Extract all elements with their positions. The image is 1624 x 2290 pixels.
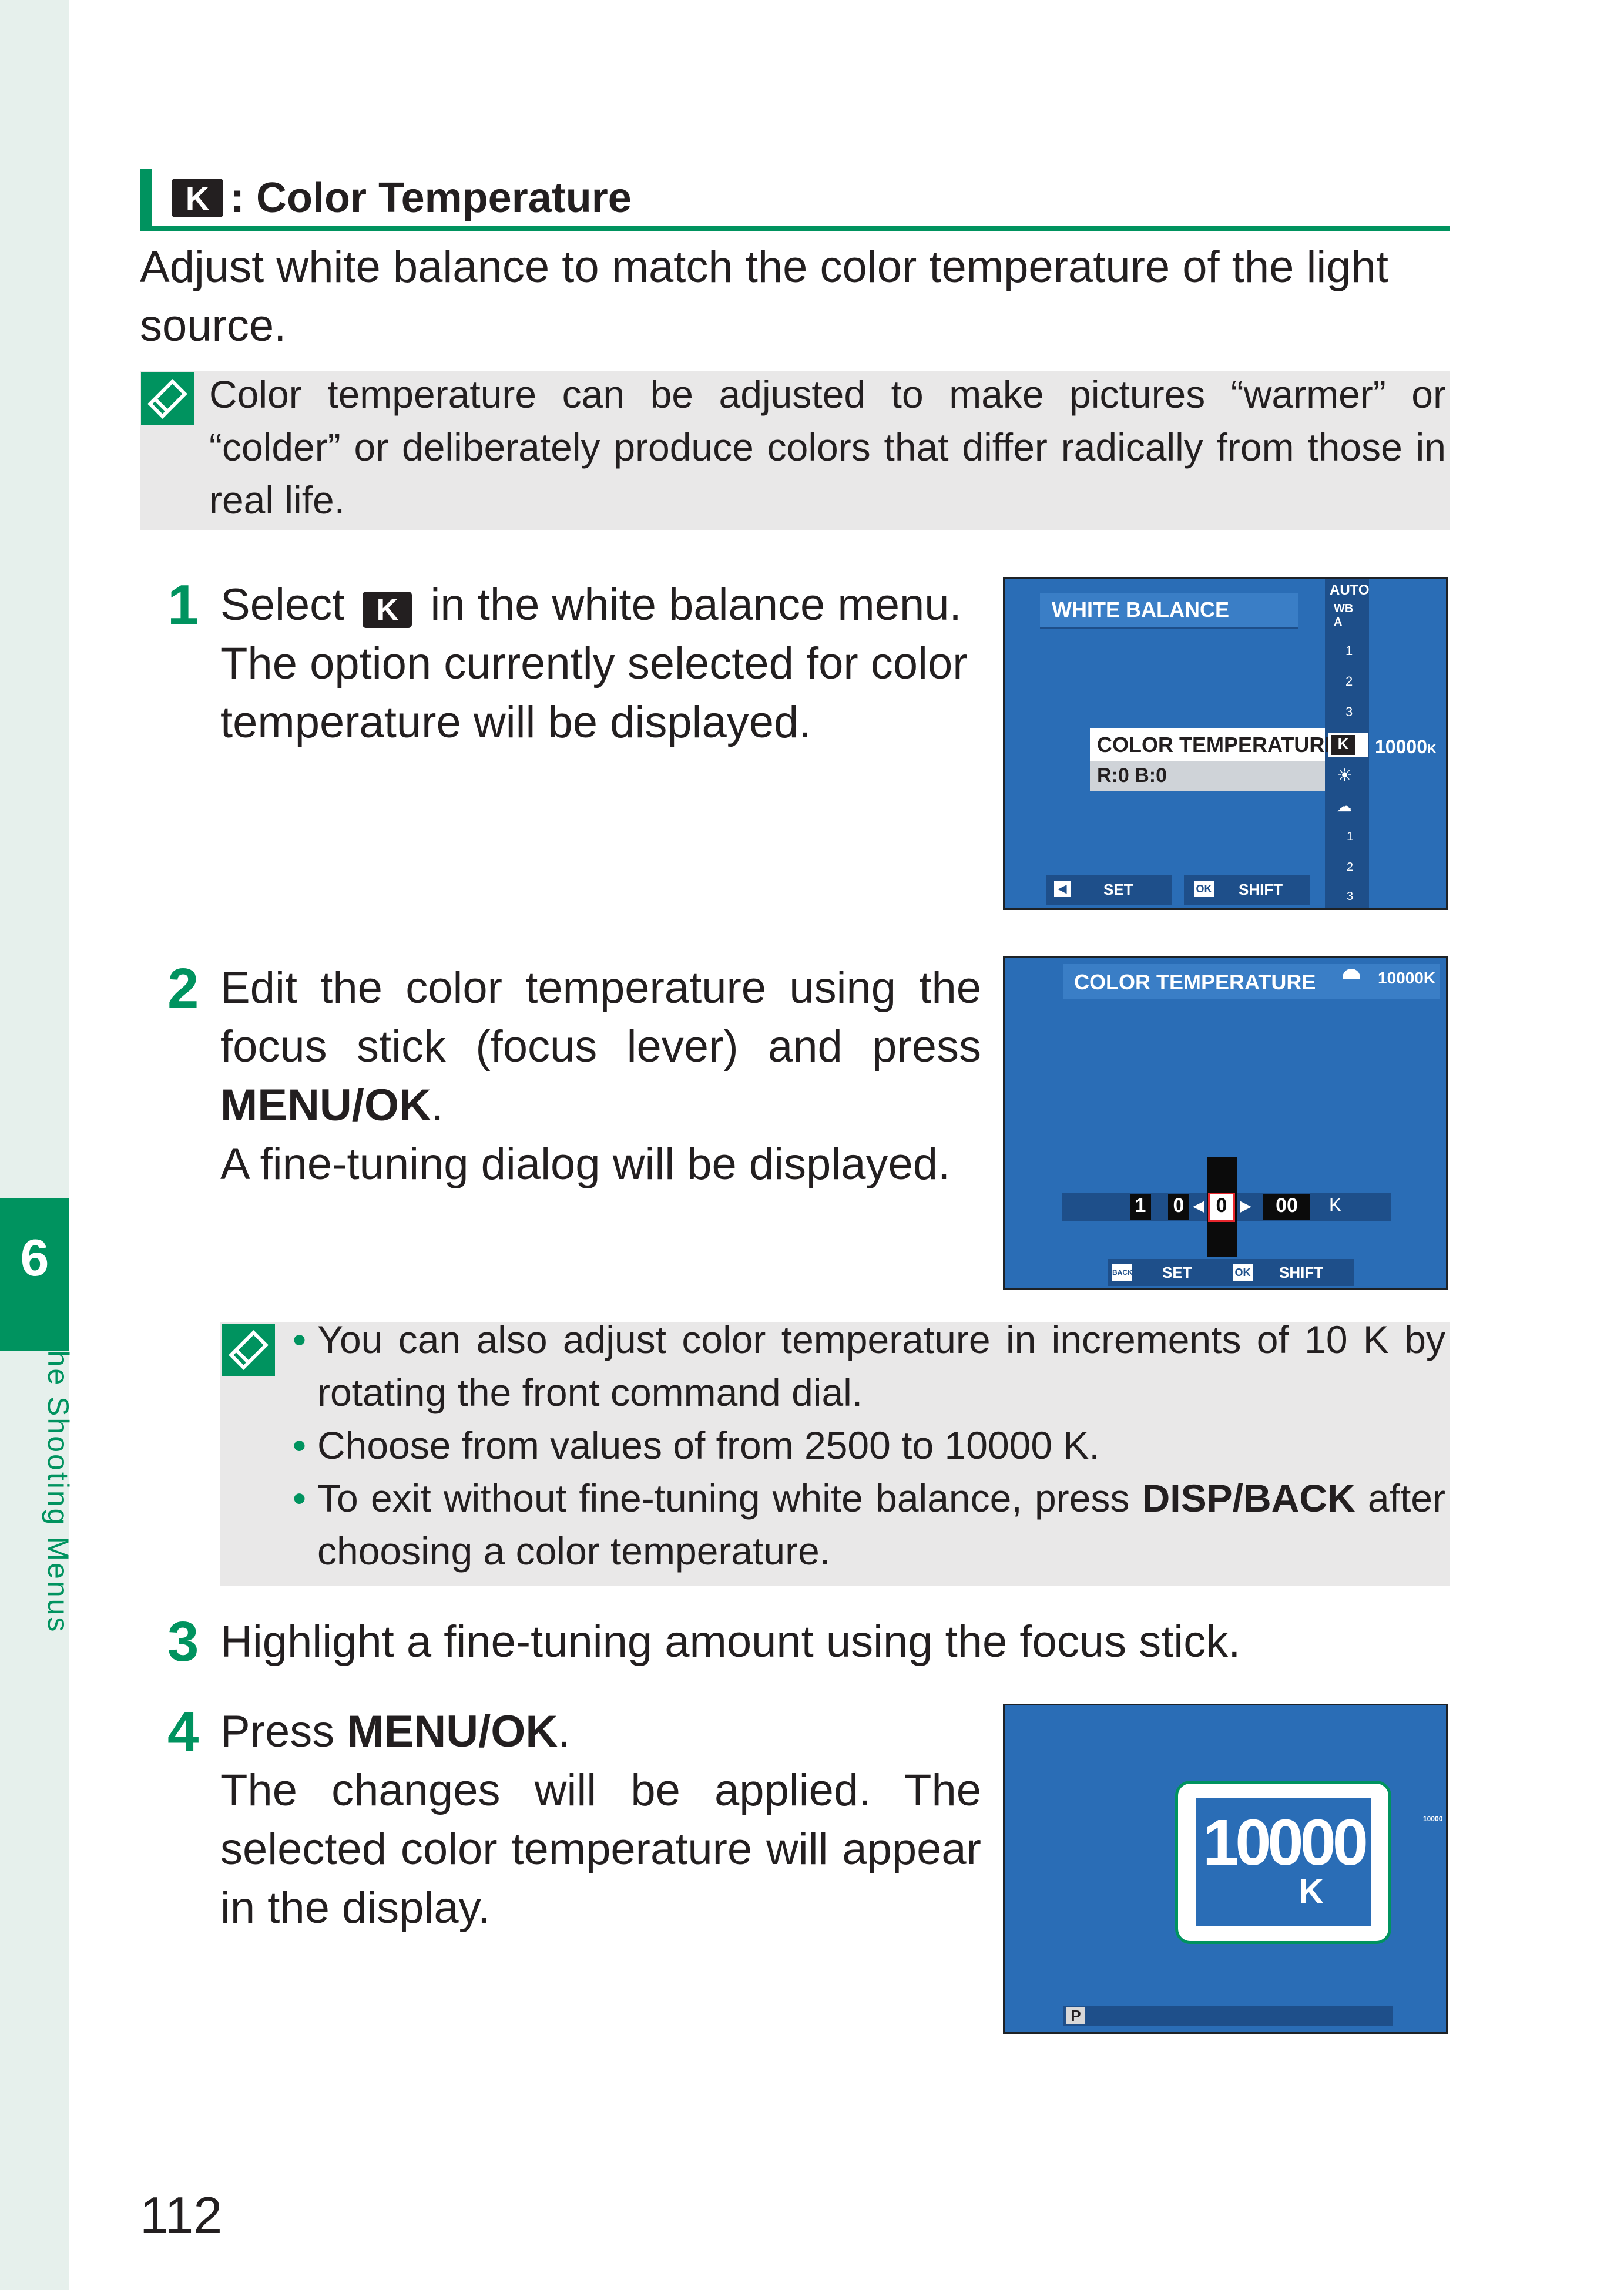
step-1-number: 1 <box>167 573 199 636</box>
screen-result: 10000 K 10000 P <box>1003 1704 1448 2034</box>
digit-selected[interactable]: 0 <box>1208 1193 1235 1222</box>
disp-back-button-label: DISP/BACK <box>1142 1476 1355 1520</box>
step-2-body: Edit the color temperature using the foc… <box>220 963 981 1072</box>
value-readout: 10000K <box>1375 736 1437 758</box>
step-1-detail: The option currently selected for color … <box>220 639 968 747</box>
note-text-top: Color temperature can be adjusted to mak… <box>209 372 1446 522</box>
result-value: 10000 <box>1203 1807 1368 1879</box>
footer-shift-label: SHIFT <box>1279 1264 1324 1281</box>
note-bullet-3: • To exit without fine-tuning white bala… <box>293 1476 1445 1573</box>
fluor-1-icon: 1 <box>1347 830 1354 843</box>
section-rule <box>140 226 1450 231</box>
back-arrow-icon: ◀ <box>1054 881 1071 897</box>
status-bar <box>1063 2006 1393 2026</box>
fluor-2-icon: 2 <box>1347 861 1354 874</box>
note-bullet-2: • Choose from values of from 2500 to 100… <box>293 1423 1100 1467</box>
left-arrow-icon: ◀ <box>1193 1197 1204 1214</box>
ok-icon: OK <box>1233 1264 1253 1281</box>
step-2-detail: A fine-tuning dialog will be displayed. <box>220 1139 951 1189</box>
value-unit: K <box>1427 741 1437 756</box>
section-bar <box>140 169 152 231</box>
value-number: 10000 <box>1375 736 1427 757</box>
step-4-detail: The changes will be applied. The selecte… <box>220 1765 981 1933</box>
result-unit: K <box>1298 1872 1324 1911</box>
digit-2[interactable]: 0 <box>1168 1194 1189 1220</box>
icon-custom-1: 1 <box>1345 643 1353 658</box>
step-3-text: Highlight a fine-tuning amount using the… <box>220 1617 1241 1667</box>
page-number: 112 <box>140 2186 223 2244</box>
step-1-select: Select <box>220 580 345 630</box>
menu-ok-button-label: MENU/OK <box>220 1080 431 1130</box>
digit-1[interactable]: 1 <box>1130 1194 1151 1220</box>
right-arrow-icon: ▶ <box>1240 1197 1251 1214</box>
k-selected-icon: K <box>1331 735 1355 755</box>
intro-text: Adjust white balance to match the color … <box>140 242 1388 351</box>
step-1-menu: in the white balance menu. <box>430 580 962 630</box>
step-3-number: 3 <box>167 1610 199 1673</box>
step-4-number: 4 <box>167 1700 199 1763</box>
footer-set-label: SET <box>1162 1264 1192 1281</box>
sun-icon: ☀ <box>1337 766 1353 785</box>
step-2-number: 2 <box>167 957 199 1020</box>
note-icon <box>141 372 194 425</box>
back-icon: BACK <box>1112 1264 1133 1281</box>
color-temperature-icon: K <box>172 179 223 217</box>
ok-icon: OK <box>1194 881 1214 897</box>
icon-custom-3: 3 <box>1345 704 1353 719</box>
item-label[interactable]: COLOR TEMPERATURE <box>1097 733 1338 757</box>
screen-white-balance: WHITE BALANCE AUTO WB A 1 2 3 COLOR TEMP… <box>1003 577 1448 910</box>
side-strip <box>0 0 69 2290</box>
icon-custom-2: 2 <box>1345 674 1353 689</box>
step-1-text: Select K in the white balance menu. The … <box>220 576 984 752</box>
step-4-text: Press MENU/OK. The changes will be appli… <box>220 1703 981 1938</box>
screen-title: COLOR TEMPERATURE <box>1074 970 1316 994</box>
footer-shift-label: SHIFT <box>1239 881 1283 898</box>
section-heading: K : Color Temperature <box>172 172 632 224</box>
icon-wb-auto: WB A <box>1334 602 1354 629</box>
chapter-title: The Shooting Menus <box>42 1331 75 1634</box>
note-bullet-1: • You can also adjust color temperature … <box>293 1318 1445 1414</box>
unit-label: K <box>1329 1194 1342 1215</box>
chapter-number: 6 <box>20 1228 49 1287</box>
screen-title: WHITE BALANCE <box>1052 597 1229 622</box>
section-title: : Color Temperature <box>230 174 632 221</box>
step-2-period: . <box>431 1080 444 1130</box>
menu-ok-button-label: MENU/OK <box>347 1707 558 1757</box>
shooting-mode-icon: P <box>1066 2007 1085 2024</box>
footer-set-label: SET <box>1103 881 1133 898</box>
digit-rest[interactable]: 00 <box>1263 1194 1310 1220</box>
screen-color-temperature: COLOR TEMPERATURE 10000K 1 0 ◀ 0 ▶ 00 K … <box>1003 956 1448 1290</box>
cloud-icon: ☁ <box>1337 797 1352 815</box>
small-value-readout: 10000 <box>1423 1815 1443 1823</box>
step-2-text: Edit the color temperature using the foc… <box>220 959 981 1194</box>
color-temperature-icon: K <box>363 592 412 628</box>
icon-auto: AUTO <box>1330 582 1370 598</box>
note-icon <box>222 1324 275 1376</box>
current-value: 10000K <box>1378 969 1436 987</box>
fluor-3-icon: 3 <box>1347 890 1354 903</box>
item-sub: R:0 B:0 <box>1097 764 1167 787</box>
